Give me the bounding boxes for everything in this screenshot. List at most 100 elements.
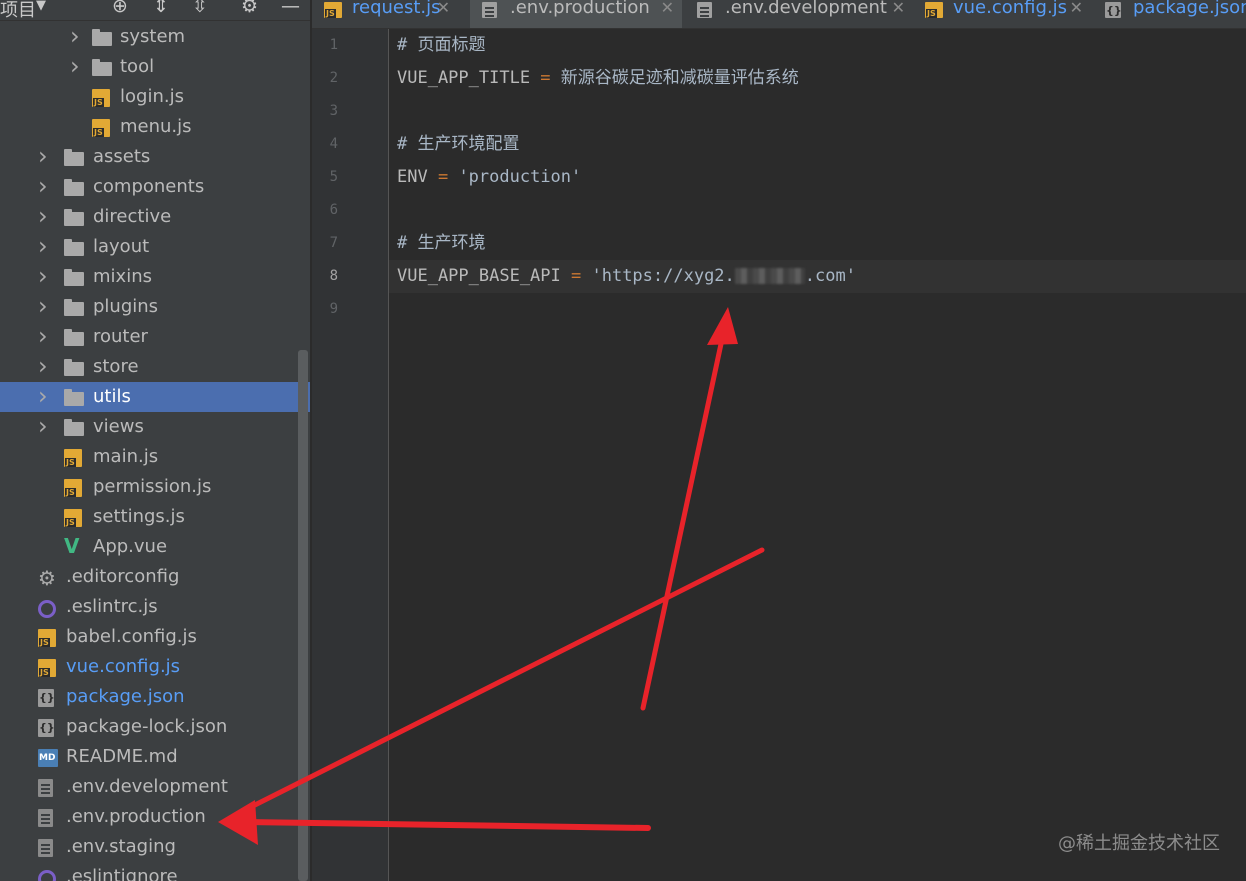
folder-icon	[64, 269, 84, 287]
line-number: 4	[329, 136, 338, 152]
tree-item[interactable]: › layout	[0, 232, 310, 262]
locate-icon[interactable]: ⊕	[112, 0, 128, 17]
chevron-right-icon[interactable]: ›	[38, 352, 50, 380]
js-file-icon: JS	[38, 659, 56, 677]
tree-item[interactable]: › views	[0, 412, 310, 442]
tree-item[interactable]: .env.development	[0, 772, 310, 802]
tree-item[interactable]: › mixins	[0, 262, 310, 292]
tree-item-label: layout	[93, 236, 150, 257]
tree-item[interactable]: › router	[0, 322, 310, 352]
tree-item[interactable]: › assets	[0, 142, 310, 172]
code-line[interactable]: VUE_APP_TITLE = 新源谷碳足迹和减碳量评估系统	[397, 62, 799, 95]
tree-item-label: .env.staging	[66, 836, 176, 857]
chevron-right-icon[interactable]: ›	[38, 322, 50, 350]
folder-icon	[64, 389, 84, 407]
js-file-icon: JS	[925, 2, 943, 18]
tree-item-label: utils	[93, 386, 131, 407]
tree-item[interactable]: .eslintrc.js	[0, 592, 310, 622]
chevron-right-icon[interactable]: ›	[70, 22, 82, 50]
project-sidebar: 项目 ▼ ⊕ ⇕ ⇳ ⚙ — › system › tool JS login.js JS m…	[0, 0, 310, 881]
tree-item-label: babel.config.js	[66, 626, 197, 647]
line-number: 5	[329, 169, 338, 185]
code-line[interactable]: ENV = 'production'	[397, 161, 581, 194]
tree-item[interactable]: › tool	[0, 52, 310, 82]
line-number: 1	[329, 37, 338, 53]
chevron-right-icon[interactable]: ›	[38, 382, 50, 410]
tree-item[interactable]: JS permission.js	[0, 472, 310, 502]
tree-item[interactable]: {} package-lock.json	[0, 712, 310, 742]
eslint-icon	[38, 870, 56, 881]
tree-item[interactable]: .env.staging	[0, 832, 310, 862]
tree-item[interactable]: V App.vue	[0, 532, 310, 562]
tree-item[interactable]: JS main.js	[0, 442, 310, 472]
sidebar-title[interactable]: 项目	[0, 0, 36, 22]
expand-all-icon[interactable]: ⇕	[153, 0, 169, 17]
editor-tab[interactable]: .env.development ✕	[685, 0, 913, 28]
tree-item-label: package.json	[66, 686, 185, 707]
js-file-icon: JS	[38, 629, 56, 647]
tree-item-label: assets	[93, 146, 151, 167]
editor-tab-label: request.js	[352, 0, 441, 18]
collapse-all-icon[interactable]: ⇳	[192, 0, 208, 17]
text-file-icon	[38, 779, 53, 797]
text-file-icon	[482, 2, 497, 18]
tree-item[interactable]: › store	[0, 352, 310, 382]
sidebar-scrollbar[interactable]	[298, 350, 308, 881]
editor-tab[interactable]: .env.production ✕	[470, 0, 682, 28]
chevron-right-icon[interactable]: ›	[70, 52, 82, 80]
hide-icon[interactable]: —	[281, 0, 300, 17]
env-value-suffix: .com'	[804, 266, 856, 286]
tree-item-label: main.js	[93, 446, 159, 467]
tree-item[interactable]: JS login.js	[0, 82, 310, 112]
chevron-right-icon[interactable]: ›	[38, 232, 50, 260]
close-icon[interactable]: ✕	[1070, 0, 1083, 18]
tree-item[interactable]: › directive	[0, 202, 310, 232]
close-icon[interactable]: ✕	[892, 0, 905, 18]
tree-item[interactable]: MD README.md	[0, 742, 310, 772]
tree-item[interactable]: JS menu.js	[0, 112, 310, 142]
tree-item[interactable]: JS vue.config.js	[0, 652, 310, 682]
line-number: 8	[329, 268, 338, 284]
tree-item[interactable]: .env.production	[0, 802, 310, 832]
chevron-down-icon[interactable]: ▼	[36, 0, 46, 13]
close-icon[interactable]: ✕	[437, 0, 450, 18]
tree-item[interactable]: › components	[0, 172, 310, 202]
chevron-right-icon[interactable]: ›	[38, 292, 50, 320]
tree-item[interactable]: ⚙ .editorconfig	[0, 562, 310, 592]
tree-item[interactable]: JS babel.config.js	[0, 622, 310, 652]
folder-icon	[64, 299, 84, 317]
code-editor[interactable]: # 页面标题 VUE_APP_TITLE = 新源谷碳足迹和减碳量评估系统 # 生产…	[389, 29, 1246, 881]
js-file-icon: JS	[64, 449, 82, 467]
code-line[interactable]: # 生产环境配置	[397, 128, 519, 161]
watermark: @稀土掘金技术社区	[1058, 833, 1220, 854]
editor-tab-label: .env.development	[725, 0, 887, 18]
chevron-right-icon[interactable]: ›	[38, 412, 50, 440]
folder-icon	[64, 329, 84, 347]
chevron-right-icon[interactable]: ›	[38, 172, 50, 200]
chevron-right-icon[interactable]: ›	[38, 202, 50, 230]
editor-tab[interactable]: JS request.js ✕	[312, 0, 458, 28]
line-number: 7	[329, 235, 338, 251]
code-line[interactable]: # 生产环境	[397, 227, 485, 260]
tree-item[interactable]: {} package.json	[0, 682, 310, 712]
chevron-right-icon[interactable]: ›	[38, 142, 50, 170]
editor-tab[interactable]: JS vue.config.js ✕	[913, 0, 1091, 28]
tree-item[interactable]: .eslintignore	[0, 862, 310, 881]
js-file-icon: JS	[64, 479, 82, 497]
tree-item-label: router	[93, 326, 148, 347]
tree-item-label: components	[93, 176, 205, 197]
tree-item[interactable]: › plugins	[0, 292, 310, 322]
editor-tab-bar: JS request.js ✕ .env.production ✕ .env.develo…	[312, 0, 1246, 29]
line-number: 9	[329, 301, 338, 317]
tree-item[interactable]: › system	[0, 22, 310, 52]
code-line[interactable]: VUE_APP_BASE_API = 'https://xyg2. .com'	[397, 260, 856, 293]
tree-item[interactable]: JS settings.js	[0, 502, 310, 532]
code-line[interactable]: # 页面标题	[397, 29, 485, 62]
chevron-right-icon[interactable]: ›	[38, 262, 50, 290]
folder-icon	[64, 239, 84, 257]
equals-sign: =	[560, 266, 592, 286]
tree-item[interactable]: › utils	[0, 382, 310, 412]
editor-tab[interactable]: {} package.json	[1093, 0, 1246, 28]
gear-icon[interactable]: ⚙	[241, 0, 258, 17]
close-icon[interactable]: ✕	[661, 0, 674, 18]
